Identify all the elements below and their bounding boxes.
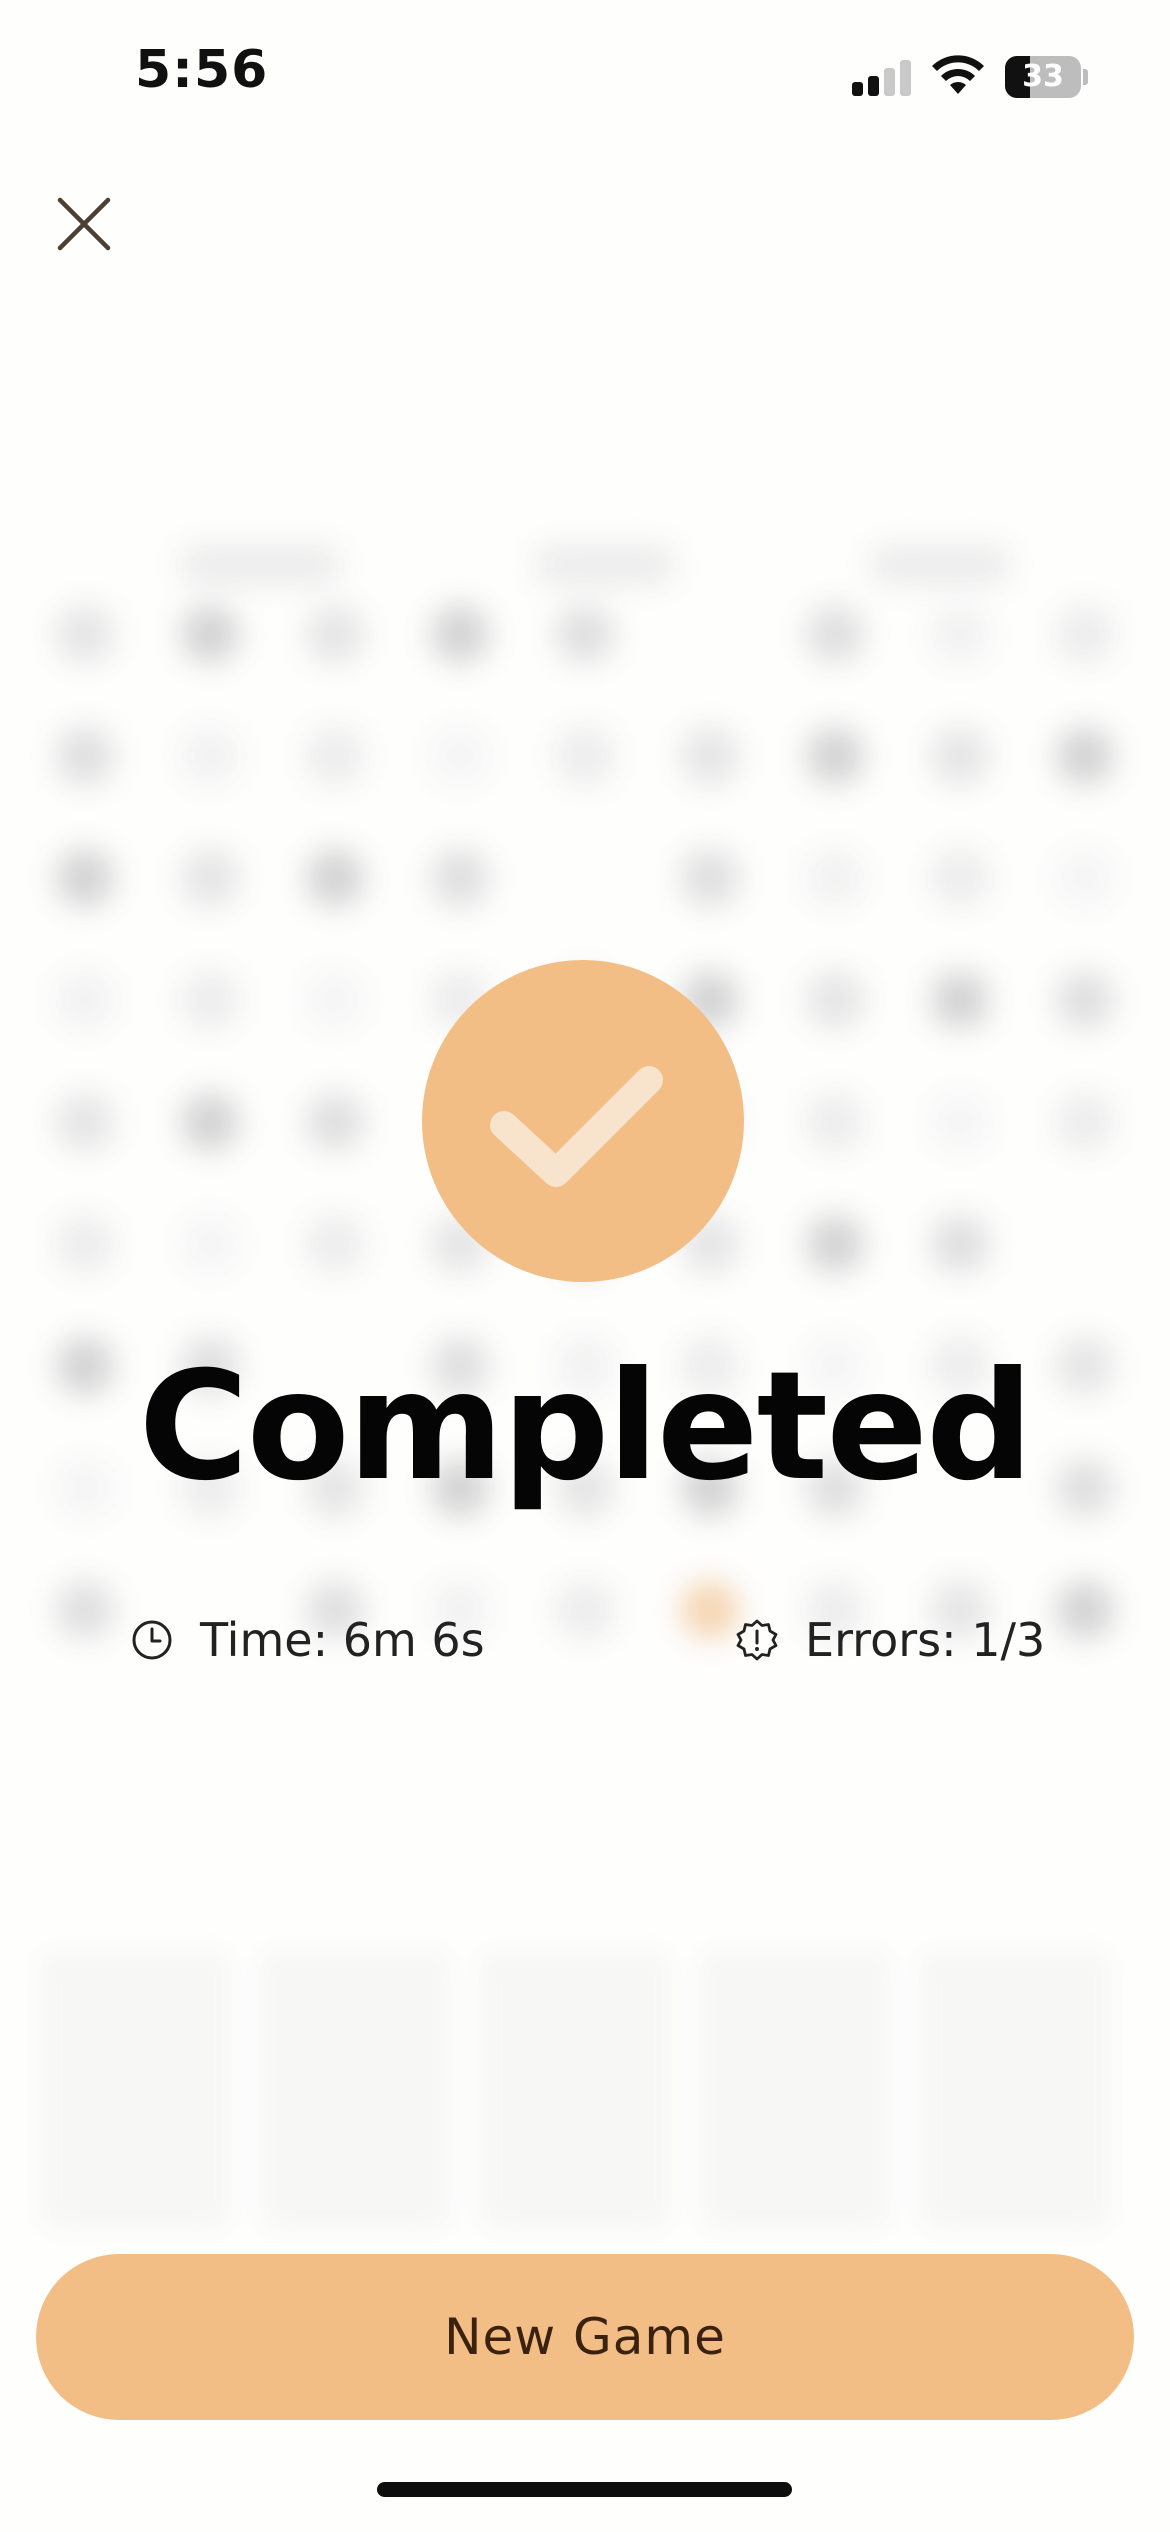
time-stat: Time: 6m 6s <box>130 1605 485 1675</box>
completed-badge <box>422 960 744 1282</box>
alert-badge-icon <box>736 1619 778 1661</box>
battery-level: 33 <box>1022 59 1064 94</box>
home-indicator[interactable] <box>377 2482 792 2497</box>
errors-stat-text: Errors: 1/3 <box>805 1613 1046 1667</box>
battery-icon: 33 <box>1005 56 1088 98</box>
close-icon[interactable] <box>52 192 116 256</box>
errors-stat: Errors: 1/3 <box>735 1605 1045 1675</box>
clock-icon <box>132 1620 172 1660</box>
time-stat-text: Time: 6m 6s <box>200 1613 485 1667</box>
new-game-button[interactable]: New Game <box>36 2254 1134 2420</box>
new-game-label: New Game <box>444 2308 726 2366</box>
cellular-signal-icon <box>852 60 912 96</box>
status-time: 5:56 <box>135 40 269 100</box>
completed-title: Completed <box>138 1340 1034 1514</box>
checkmark-icon <box>490 1066 663 1187</box>
wifi-icon <box>932 55 984 94</box>
status-bar: 5:56 33 <box>0 0 1170 150</box>
game-completed-screen: 5:56 33 Completed Time: 6m 6s Errors: 1/… <box>0 0 1170 2532</box>
